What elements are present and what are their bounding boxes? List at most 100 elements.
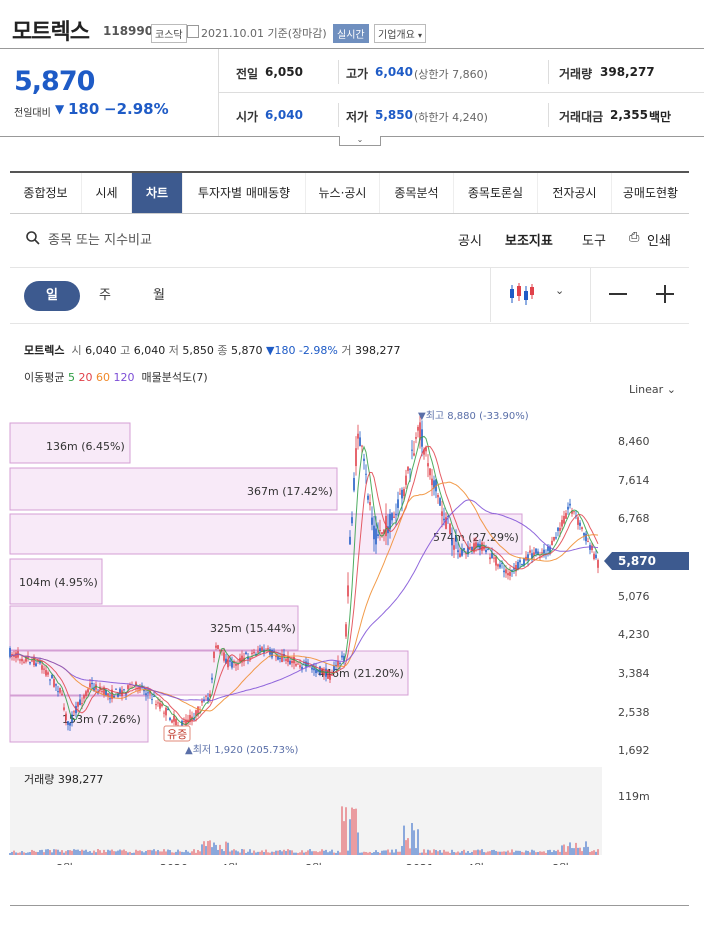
volume-bar (305, 851, 307, 855)
volume-bar (51, 852, 53, 855)
ma60-label: 60 (95, 371, 110, 384)
volume-bar (109, 850, 111, 855)
candle-body (401, 489, 403, 499)
volume-bar (135, 849, 137, 855)
candle-body (41, 665, 43, 670)
tab-short-selling[interactable]: 공매도현황 (612, 173, 689, 213)
volume-bar (539, 851, 541, 855)
candle-body (65, 713, 67, 721)
print-button[interactable]: 인쇄 (647, 230, 671, 249)
indicators-button[interactable]: 보조지표 (505, 230, 553, 249)
volume-bar (389, 852, 391, 855)
volume-bar (401, 845, 403, 855)
candle-body (107, 693, 109, 696)
candle-body (183, 721, 185, 723)
realtime-button[interactable]: 실시간 (333, 24, 369, 43)
volume-bar (213, 842, 215, 855)
candle-body (379, 529, 381, 531)
period-daily[interactable]: 일 (24, 281, 80, 311)
volume-bar (593, 850, 595, 855)
zoom-out-icon[interactable] (609, 293, 627, 295)
main-tabs: 종합정보 시세 차트 투자자별 매매동향 뉴스·공시 종목분석 종목토론실 전자… (10, 171, 689, 214)
price-chart[interactable]: 8,460 7,614 6,768 5,076 4,230 3,384 2,538 1,692… (0, 395, 704, 865)
volume-bar (345, 807, 347, 855)
volume-profile-label: 446m (21.20%) (318, 667, 404, 680)
volume-bar (397, 851, 399, 855)
volume-bar (279, 850, 281, 855)
tab-chart[interactable]: 차트 (132, 173, 183, 213)
volume-bar (197, 849, 199, 855)
legend-open: 6,040 (85, 344, 117, 357)
candle-body (251, 652, 253, 654)
volume-profile-label: 367m (17.42%) (247, 485, 333, 498)
volume-bar (403, 825, 405, 855)
volume-bar (243, 849, 245, 855)
volume-bar (217, 849, 219, 855)
amount-value: 2,355 (610, 108, 648, 122)
candle-body (443, 518, 445, 521)
zoom-in-icon[interactable] (656, 285, 674, 303)
high-label: 고가 (346, 67, 369, 81)
x-tick-label: 8월 (552, 862, 569, 865)
tab-news[interactable]: 뉴스·공시 (306, 173, 380, 213)
tab-analysis[interactable]: 종목분석 (380, 173, 454, 213)
candle-body (253, 651, 255, 654)
volume-bar (537, 852, 539, 855)
tab-investor-trading[interactable]: 투자자별 매매동향 (183, 173, 306, 213)
y-tick-label: 1,692 (618, 744, 650, 757)
compare-search-input[interactable]: 종목 또는 지수비교 (48, 229, 152, 248)
ohlc-legend: 모트렉스 시 6,040 고 6,040 저 5,850 종 5,870 ▼18… (24, 342, 400, 358)
period-monthly[interactable]: 월 (131, 281, 187, 311)
tab-discussion[interactable]: 종목토론실 (454, 173, 538, 213)
chevron-down-icon[interactable]: ⌄ (555, 284, 564, 297)
candle-body (77, 702, 79, 707)
volume-bar (29, 851, 31, 855)
volume-bar (555, 851, 557, 855)
candle-body (397, 499, 399, 508)
candle-body (469, 547, 471, 549)
candle-body (429, 468, 431, 476)
candle-body (53, 679, 55, 687)
legend-close-label: 종 (217, 344, 228, 357)
volume-bar (227, 842, 229, 855)
company-overview-button[interactable]: 기업개요 ▾ (374, 24, 427, 43)
candle-body (561, 519, 563, 527)
print-icon[interactable]: ⎙ (629, 230, 639, 245)
volume-bar (419, 852, 421, 855)
candle-body (69, 722, 71, 726)
volume-bar (531, 849, 533, 855)
stat-divider (338, 103, 339, 127)
x-tick-label: 4월 (221, 862, 238, 865)
candle-body (495, 556, 497, 566)
tab-overview[interactable]: 종합정보 (10, 173, 82, 213)
candle-body (597, 560, 599, 568)
tab-quotes[interactable]: 시세 (82, 173, 132, 213)
volume-bar (293, 852, 295, 855)
candle-body (407, 466, 409, 471)
candle-body (437, 495, 439, 498)
volume-bar (313, 851, 315, 855)
tools-button[interactable]: 도구 (582, 230, 606, 249)
candle-body (61, 693, 63, 695)
period-weekly[interactable]: 주 (77, 281, 133, 311)
tab-disclosure[interactable]: 전자공시 (538, 173, 612, 213)
volume-bar (587, 846, 589, 855)
volume-bar (541, 851, 543, 855)
candle-body (353, 477, 355, 491)
candle-body (115, 688, 117, 690)
volume-bar (43, 852, 45, 855)
expand-toggle[interactable]: ⌄ (339, 136, 381, 146)
candle-body (503, 570, 505, 573)
volume-bar (249, 849, 251, 855)
candle-body (381, 532, 383, 534)
volume-bar (429, 850, 431, 855)
candle-body (267, 648, 269, 650)
volume-bar (477, 849, 479, 855)
search-icon[interactable] (26, 231, 40, 245)
candle-body (245, 652, 247, 655)
disclosure-button[interactable]: 공시 (458, 230, 482, 249)
x-tick-label: 2020 (160, 862, 188, 865)
candlestick-type-icon[interactable] (508, 283, 534, 305)
volume-bar (157, 849, 159, 855)
volume-bar (357, 832, 359, 855)
